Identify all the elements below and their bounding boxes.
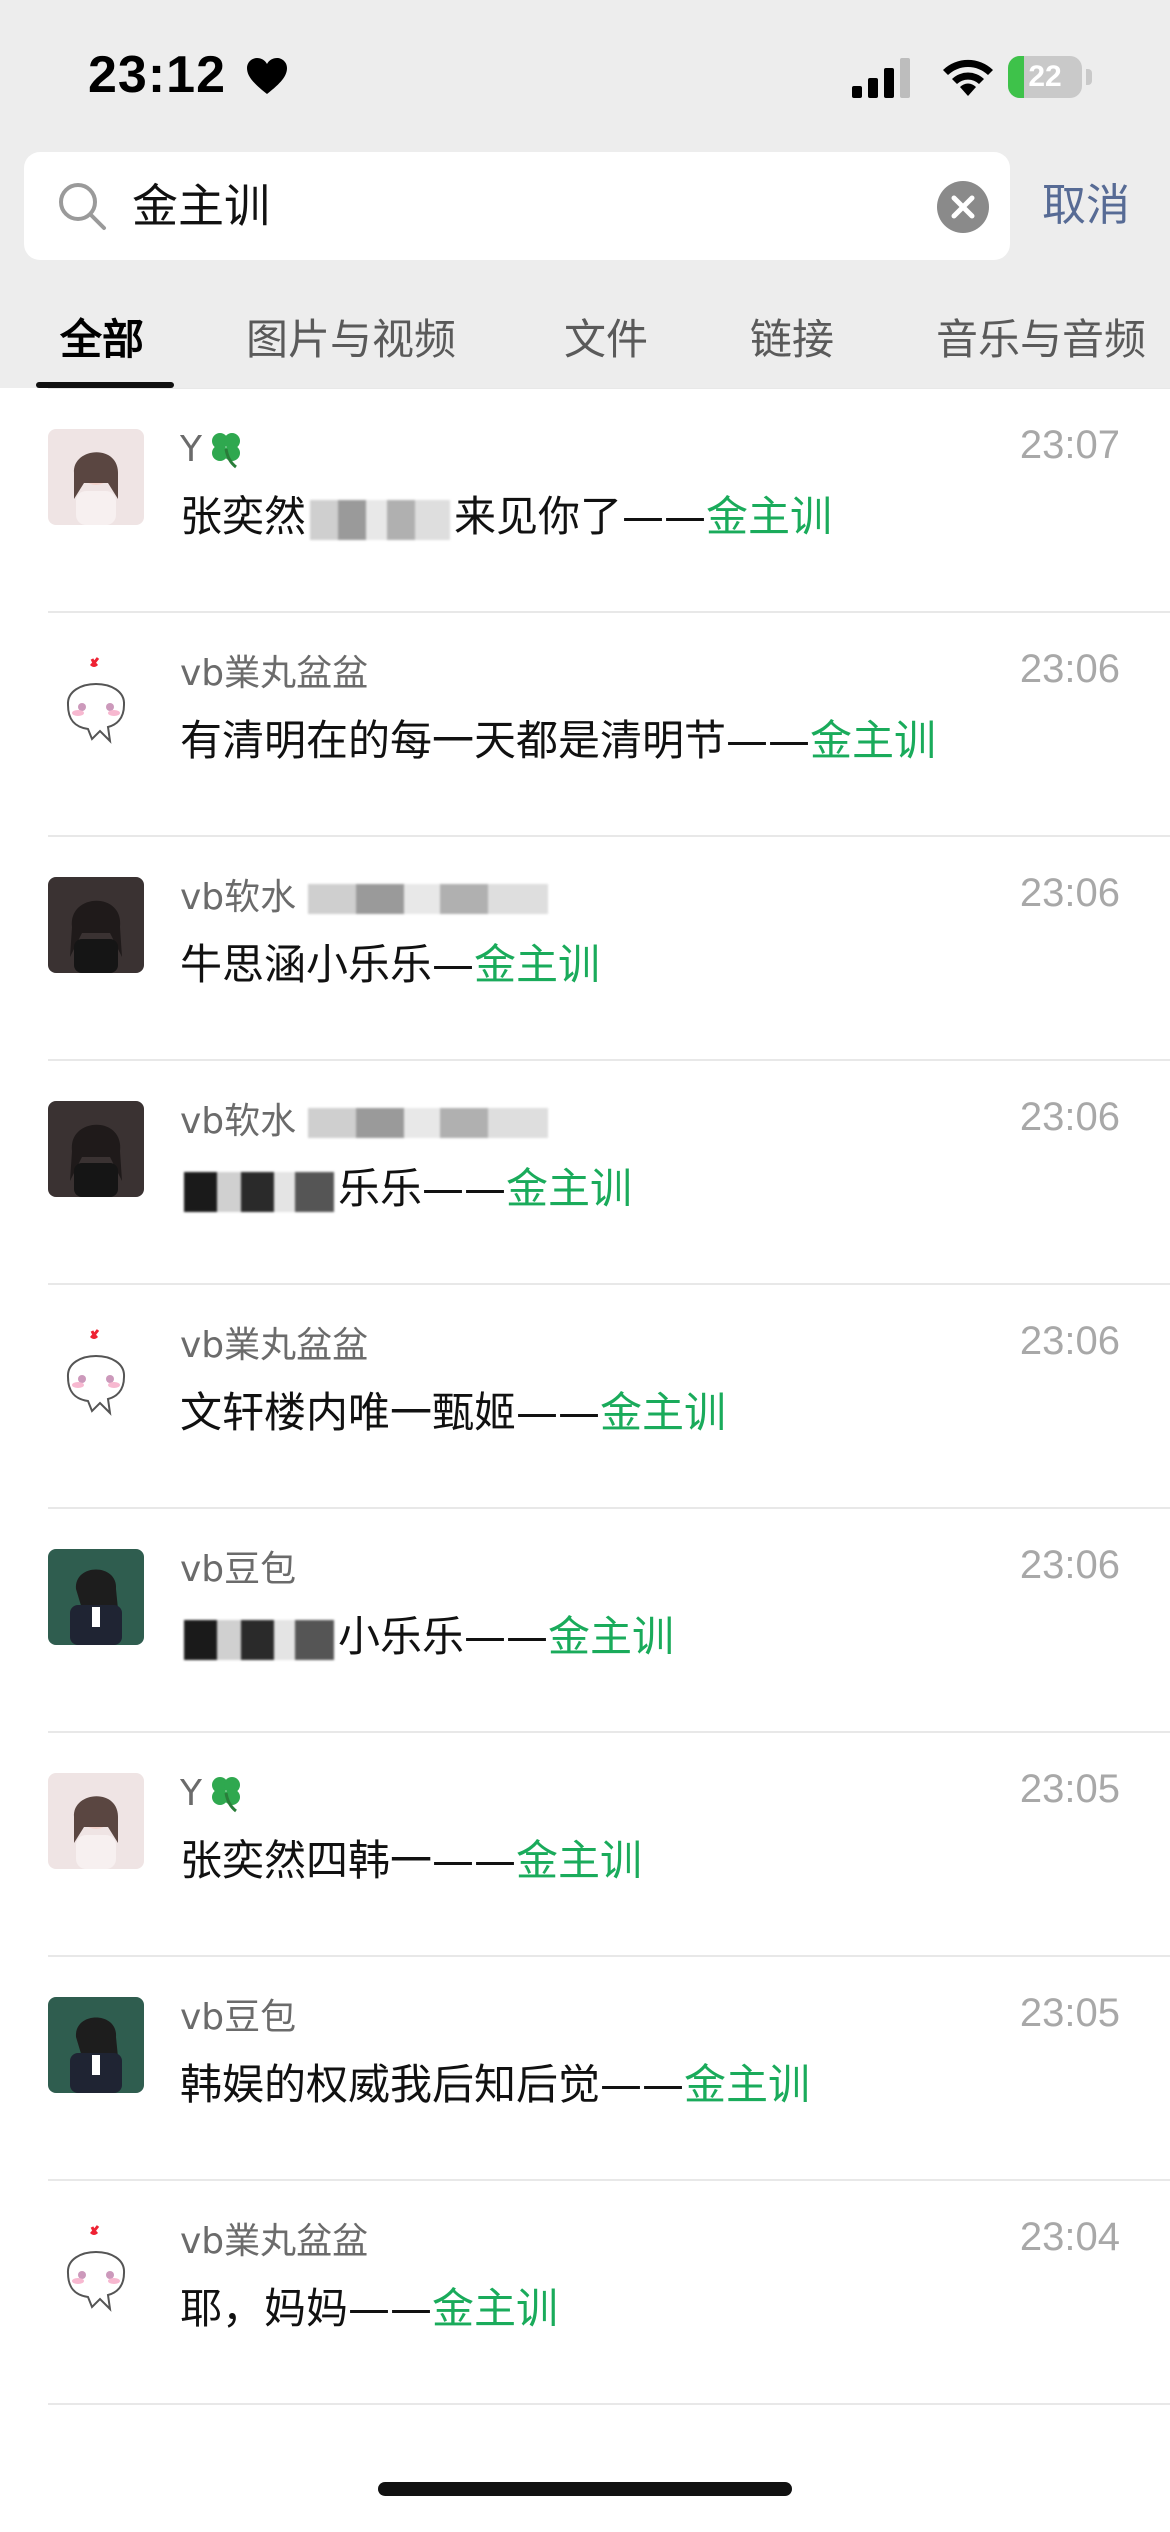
search-icon: [59, 183, 106, 230]
avatar[interactable]: [48, 1773, 144, 1869]
battery-level: 22: [1028, 60, 1062, 93]
result-row[interactable]: vb豆包 23:06 小乐乐——金主训: [0, 1509, 1170, 1733]
sender-name: vb業丸盆盆: [180, 1325, 369, 1366]
message-snippet: 耶，妈妈——金主训: [180, 2284, 559, 2333]
result-row[interactable]: vb软水 23:06 牛思涵小乐乐—金主训: [0, 837, 1170, 1061]
keyword-highlight: 金主训: [432, 2284, 559, 2333]
message-time: 23:06: [1019, 871, 1120, 915]
clear-search-icon[interactable]: [936, 180, 990, 234]
clover-emoji-icon: [212, 1777, 240, 1813]
result-row[interactable]: vb软水 23:06 乐乐——金主训: [0, 1061, 1170, 1285]
result-row[interactable]: vb豆包 23:05 韩娱的权威我后知后觉——金主训: [0, 1957, 1170, 2181]
redacted-text: [184, 1171, 334, 1212]
keyword-highlight: 金主训: [600, 1388, 727, 1437]
tab-music-audio[interactable]: 音乐与音频: [936, 310, 1146, 370]
avatar[interactable]: [48, 1325, 144, 1421]
sender-name: Y: [180, 1769, 248, 1819]
result-row[interactable]: vb業丸盆盆 23:06 文轩楼内唯一甄姬——金主训: [0, 1285, 1170, 1509]
result-row[interactable]: vb業丸盆盆 23:06 有清明在的每一天都是清明节——金主训: [0, 613, 1170, 837]
keyword-highlight: 金主训: [516, 1836, 643, 1885]
search-results-list[interactable]: Y23:07老子特么喜欢你——金主训Y23:07张奕然来见你了——金主训vb業丸…: [0, 165, 1170, 2405]
message-snippet: 小乐乐——金主训: [180, 1607, 674, 1667]
message-time: 23:06: [1019, 1543, 1120, 1587]
tab-links[interactable]: 链接: [750, 310, 834, 370]
battery-indicator: 22: [1008, 56, 1092, 98]
search-category-tabs: 全部 图片与视频 文件 链接 音乐与音频: [0, 300, 1170, 388]
message-time: 23:06: [1019, 1095, 1120, 1139]
message-snippet: 有清明在的每一天都是清明节——金主训: [180, 716, 937, 765]
clover-emoji-icon: [212, 433, 240, 469]
wifi-icon: [943, 59, 993, 96]
row-divider: [48, 2403, 1170, 2405]
avatar[interactable]: [48, 1549, 144, 1645]
active-tab-indicator: [36, 382, 174, 388]
sender-name: vb软水: [180, 1097, 548, 1147]
message-time: 23:06: [1019, 647, 1120, 691]
keyword-highlight: 金主训: [684, 2060, 811, 2109]
avatar[interactable]: [48, 653, 144, 749]
redacted-text: [307, 884, 548, 914]
status-bar: 23:12 22: [0, 0, 1170, 150]
message-time: 23:06: [1019, 1319, 1120, 1363]
result-row[interactable]: Y 23:05 张奕然四韩一——金主训: [0, 1733, 1170, 1957]
message-snippet: 张奕然 来见你了——金主训: [180, 492, 833, 541]
heart-icon: [247, 58, 287, 94]
avatar[interactable]: [48, 429, 144, 525]
message-snippet: 文轩楼内唯一甄姬——金主训: [180, 1388, 727, 1437]
avatar[interactable]: [48, 2221, 144, 2317]
avatar[interactable]: [48, 877, 144, 973]
redacted-text: [307, 1108, 548, 1138]
cancel-button[interactable]: 取消: [1042, 170, 1130, 242]
sender-name: vb業丸盆盆: [180, 653, 369, 694]
keyword-highlight: 金主训: [810, 716, 937, 765]
search-input[interactable]: [132, 152, 932, 260]
message-time: 23:05: [1019, 1991, 1120, 2035]
sender-name: vb软水: [180, 873, 548, 923]
sender-name: Y: [180, 425, 248, 475]
redacted-text: [184, 1619, 334, 1660]
message-snippet: 韩娱的权威我后知后觉——金主训: [180, 2060, 811, 2109]
result-row[interactable]: Y 23:07 张奕然 来见你了——金主训: [0, 389, 1170, 613]
cellular-signal-icon: [852, 58, 910, 98]
keyword-highlight: 金主训: [474, 940, 601, 989]
keyword-highlight: 金主训: [548, 1612, 675, 1661]
message-snippet: 张奕然四韩一——金主训: [180, 1836, 643, 1885]
result-row[interactable]: vb業丸盆盆 23:04 耶，妈妈——金主训: [0, 2181, 1170, 2405]
message-time: 23:05: [1019, 1767, 1120, 1811]
tab-all[interactable]: 全部: [60, 310, 144, 370]
search-bar[interactable]: [24, 152, 1010, 260]
tab-images-videos[interactable]: 图片与视频: [246, 310, 456, 370]
redacted-text: [310, 499, 451, 540]
top-chrome: 23:12 22 金主训 取消 全部 图片与视频 文件 链接 音乐与音频: [0, 0, 1170, 388]
message-snippet: 乐乐——金主训: [180, 1159, 632, 1219]
message-time: 23:04: [1019, 2215, 1120, 2259]
avatar[interactable]: [48, 1997, 144, 2093]
sender-name: vb豆包: [180, 1549, 297, 1590]
avatar[interactable]: [48, 1101, 144, 1197]
tab-files[interactable]: 文件: [564, 310, 648, 370]
message-snippet: 牛思涵小乐乐—金主训: [180, 940, 601, 989]
keyword-highlight: 金主训: [706, 492, 833, 541]
sender-name: vb豆包: [180, 1997, 297, 2038]
home-indicator: [378, 2482, 792, 2496]
sender-name: vb業丸盆盆: [180, 2221, 369, 2262]
status-time: 23:12: [88, 46, 226, 104]
keyword-highlight: 金主训: [506, 1164, 633, 1213]
message-time: 23:07: [1019, 423, 1120, 467]
